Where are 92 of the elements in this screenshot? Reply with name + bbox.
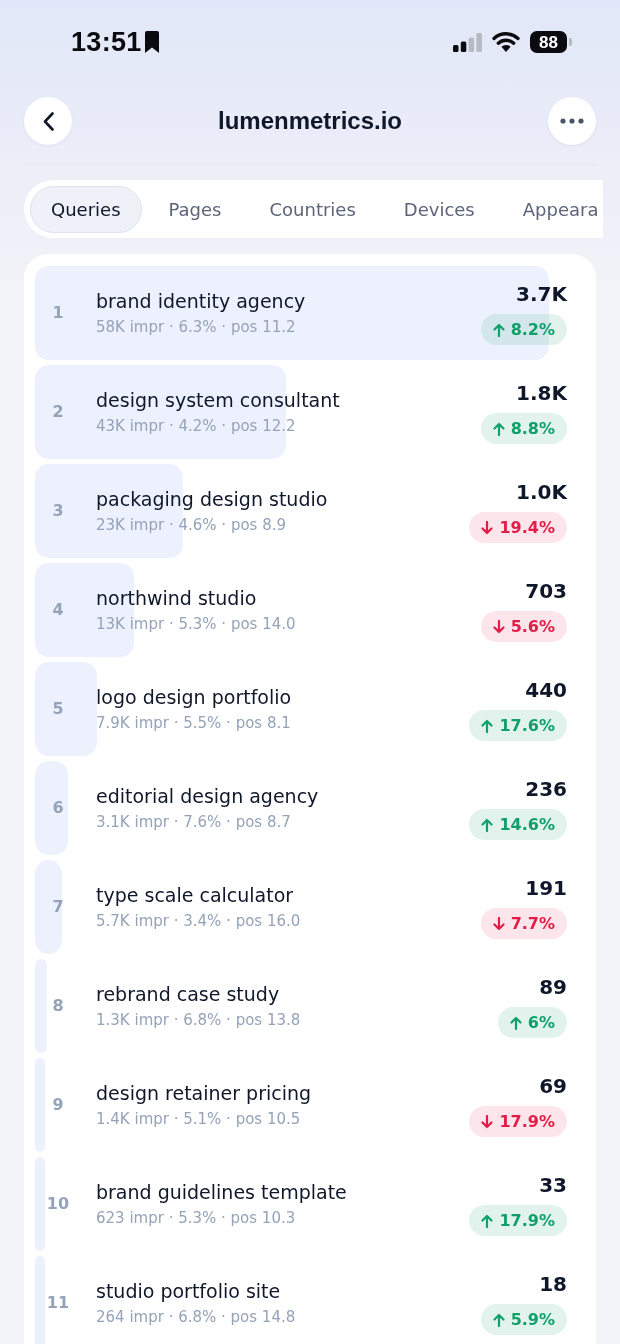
query-stats: 3.1K impr · 7.6% · pos 8.7 xyxy=(96,812,292,832)
query-stats: 1.3K impr · 6.8% · pos 13.8 xyxy=(96,1010,302,1030)
query-stats: 58K impr · 6.3% · pos 11.2 xyxy=(96,317,297,337)
change-percentage: 8.8% xyxy=(510,420,555,437)
arrow-up-icon xyxy=(492,421,505,436)
chevron-left-icon xyxy=(42,111,54,131)
tab[interactable]: Queries xyxy=(30,185,142,233)
clock-time: 13:51 xyxy=(71,28,142,56)
query-row[interactable]: 3 packaging design studio 23K impr · 4.6% · pos 8.9 1.0K 19.4% xyxy=(35,464,585,558)
arrow-up-icon xyxy=(481,817,494,832)
arrow-up-icon xyxy=(481,1213,494,1228)
clicks-value: 440 xyxy=(525,677,567,703)
rank-number: 7 xyxy=(51,896,65,918)
arrow-down-icon xyxy=(492,619,505,634)
change-percentage: 5.9% xyxy=(510,1311,555,1328)
clicks-value: 3.7K xyxy=(516,281,567,307)
back-button[interactable] xyxy=(24,97,72,145)
query-row[interactable]: 11 studio portfolio site 264 impr · 6.8% · pos 14.8 18 5.9% xyxy=(35,1256,585,1344)
query-stats: 5.7K impr · 3.4% · pos 16.0 xyxy=(96,911,302,931)
rank-number: 1 xyxy=(51,302,65,324)
rank-number: 8 xyxy=(51,995,65,1017)
query-stats: 264 impr · 6.8% · pos 14.8 xyxy=(96,1307,297,1327)
change-percentage: 19.4% xyxy=(499,519,555,536)
query-text: rebrand case study xyxy=(96,982,281,1006)
query-stats: 13K impr · 5.3% · pos 14.0 xyxy=(96,614,297,634)
change-percentage: 6% xyxy=(527,1014,555,1031)
query-row[interactable]: 7 type scale calculator 5.7K impr · 3.4% · pos 16.0 191 7.7% xyxy=(35,860,585,954)
change-percentage: 17.6% xyxy=(499,717,555,734)
change-percentage: 17.9% xyxy=(499,1113,555,1130)
arrow-up-icon xyxy=(492,322,505,337)
tab[interactable]: Pages xyxy=(147,185,243,233)
clicks-value: 236 xyxy=(525,776,567,802)
arrow-down-icon xyxy=(481,520,494,535)
change-percentage: 14.6% xyxy=(499,816,555,833)
clicks-value: 1.8K xyxy=(516,380,567,406)
arrow-up-icon xyxy=(509,1015,522,1030)
battery-percentage: 88 xyxy=(539,33,558,51)
page-title: lumenmetrics.io xyxy=(217,109,403,133)
change-percentage: 7.7% xyxy=(510,915,555,932)
rank-number: 2 xyxy=(51,401,65,423)
arrow-down-icon xyxy=(481,1114,494,1129)
query-stats: 43K impr · 4.2% · pos 12.2 xyxy=(96,416,297,436)
query-row[interactable]: 5 logo design portfolio 7.9K impr · 5.5% · pos 8.1 440 17.6% xyxy=(35,662,585,756)
query-row[interactable]: 2 design system consultant 43K impr · 4.2% · pos 12.2 1.8K 8.8% xyxy=(35,365,585,459)
wifi-icon xyxy=(492,32,520,52)
query-row[interactable]: 6 editorial design agency 3.1K impr · 7.6% · pos 8.7 236 14.6% xyxy=(35,761,585,855)
signal-icon xyxy=(453,32,482,52)
clicks-value: 33 xyxy=(539,1172,567,1198)
rank-number: 5 xyxy=(51,698,65,720)
query-text: design system consultant xyxy=(96,388,341,412)
arrow-up-icon xyxy=(481,718,494,733)
query-stats: 623 impr · 5.3% · pos 10.3 xyxy=(96,1208,297,1228)
rank-number: 6 xyxy=(51,797,65,819)
change-percentage: 5.6% xyxy=(510,618,555,635)
clicks-value: 1.0K xyxy=(516,479,567,505)
query-text: packaging design studio xyxy=(96,487,329,511)
bookmark-icon xyxy=(144,31,159,53)
query-row[interactable]: 9 design retainer pricing 1.4K impr · 5.1% · pos 10.5 69 17.9% xyxy=(35,1058,585,1152)
clicks-value: 18 xyxy=(539,1271,567,1297)
rank-number: 9 xyxy=(51,1094,65,1116)
query-row[interactable]: 1 brand identity agency 58K impr · 6.3% · pos 11.2 3.7K 8.2% xyxy=(35,266,585,360)
clicks-value: 89 xyxy=(539,974,567,1000)
query-text: type scale calculator xyxy=(96,883,295,907)
change-percentage: 17.9% xyxy=(499,1212,555,1229)
tab[interactable]: Appeara xyxy=(501,185,603,233)
query-stats: 1.4K impr · 5.1% · pos 10.5 xyxy=(96,1109,302,1129)
query-text: editorial design agency xyxy=(96,784,320,808)
query-text: northwind studio xyxy=(96,586,258,610)
query-text: studio portfolio site xyxy=(96,1279,282,1303)
query-row[interactable]: 8 rebrand case study 1.3K impr · 6.8% · pos 13.8 89 6% xyxy=(35,959,585,1053)
change-percentage: 8.2% xyxy=(510,321,555,338)
more-button[interactable] xyxy=(548,97,596,145)
clicks-value: 191 xyxy=(525,875,567,901)
arrow-down-icon xyxy=(492,916,505,931)
query-text: logo design portfolio xyxy=(96,685,293,709)
rank-number: 3 xyxy=(51,500,65,522)
query-text: brand guidelines template xyxy=(96,1180,348,1204)
rank-number: 10 xyxy=(45,1193,71,1215)
ellipsis-icon xyxy=(560,118,584,124)
rank-number: 4 xyxy=(51,599,65,621)
query-stats: 23K impr · 4.6% · pos 8.9 xyxy=(96,515,287,535)
clicks-value: 69 xyxy=(539,1073,567,1099)
query-row[interactable]: 4 northwind studio 13K impr · 5.3% · pos 14.0 703 5.6% xyxy=(35,563,585,657)
query-text: design retainer pricing xyxy=(96,1081,313,1105)
rank-number: 11 xyxy=(45,1292,71,1314)
query-row[interactable]: 10 brand guidelines template 623 impr · 5.3% · pos 10.3 33 17.9% xyxy=(35,1157,585,1251)
query-stats: 7.9K impr · 5.5% · pos 8.1 xyxy=(96,713,292,733)
tab[interactable]: Devices xyxy=(382,185,496,233)
arrow-up-icon xyxy=(492,1312,505,1327)
tab[interactable]: Countries xyxy=(248,185,377,233)
clicks-value: 703 xyxy=(525,578,567,604)
query-text: brand identity agency xyxy=(96,289,307,313)
